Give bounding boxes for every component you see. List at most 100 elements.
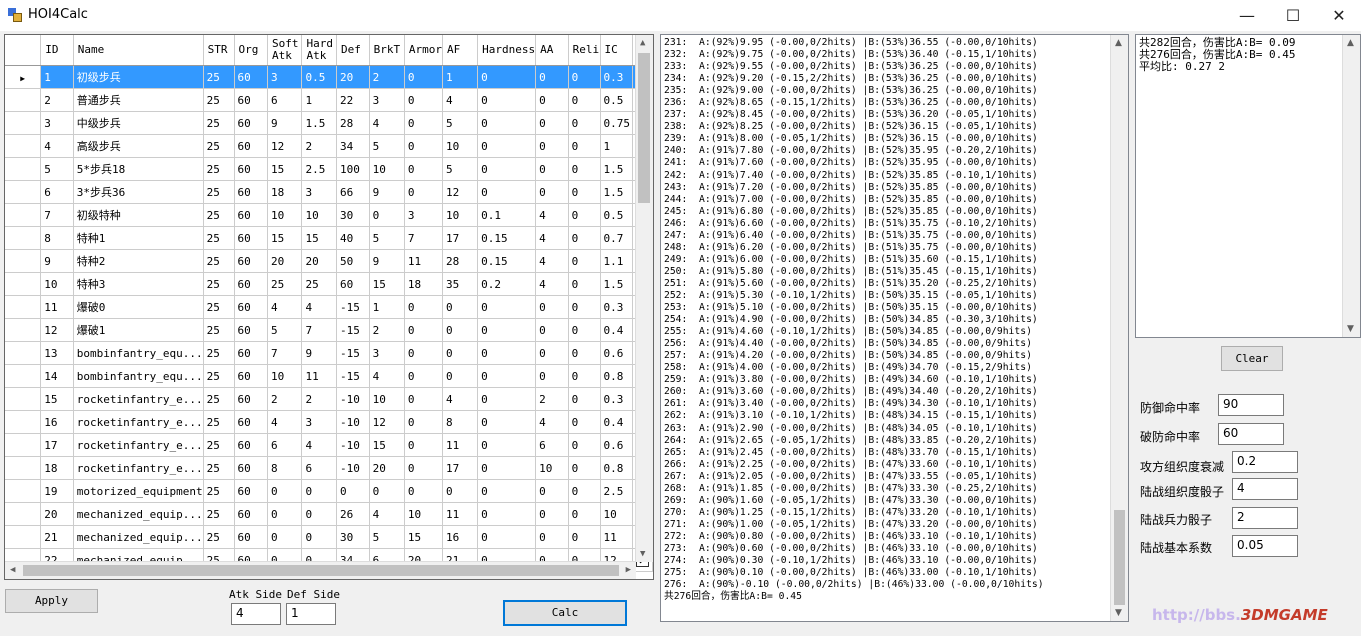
table-row[interactable]: 11 爆破0 25 60 4 4 -15 1 0 0 0 0 0 0.3 (5, 295, 653, 319)
cell-def[interactable]: 0 (336, 479, 370, 503)
cell-hard[interactable]: 0 (301, 502, 337, 526)
cell-armor[interactable]: 0 (404, 318, 444, 342)
row-header[interactable] (5, 249, 42, 273)
atk-side-input[interactable]: 4 (231, 603, 281, 625)
cell-str[interactable]: 25 (203, 134, 235, 158)
cell-aa[interactable]: 0 (535, 318, 569, 342)
cell-ic[interactable]: 0.3 (600, 65, 634, 89)
cell-af[interactable]: 17 (442, 226, 479, 250)
cell-str[interactable]: 25 (203, 295, 235, 319)
cell-id[interactable]: 6 (40, 180, 74, 204)
cell-soft[interactable]: 3 (267, 65, 303, 89)
cell-hard[interactable]: 4 (301, 433, 337, 457)
summary-vertical-scrollbar[interactable]: ▲ ▼ (1342, 35, 1360, 337)
cell-armor[interactable]: 3 (404, 203, 444, 227)
cell-id[interactable]: 7 (40, 203, 74, 227)
cell-ic[interactable]: 0.6 (600, 433, 634, 457)
column-header[interactable]: AA (535, 35, 569, 66)
cell-def[interactable]: -15 (336, 295, 370, 319)
cell-soft[interactable]: 20 (267, 249, 303, 273)
cell-aa[interactable]: 2 (535, 387, 569, 411)
cell-org[interactable]: 60 (234, 525, 269, 549)
row-header[interactable] (5, 272, 42, 296)
cell-aa[interactable]: 10 (535, 456, 569, 480)
cell-af[interactable]: 10 (442, 134, 479, 158)
cell-org[interactable]: 60 (234, 111, 269, 135)
log-scroll-thumb[interactable] (1114, 510, 1125, 605)
table-row[interactable]: 20 mechanized_equip... 25 60 0 0 26 4 10 11 0 0 0 10 (5, 502, 653, 526)
table-row[interactable]: 6 3*步兵36 25 60 18 3 66 9 0 12 0 0 0 1.5 (5, 180, 653, 204)
cell-hard[interactable]: 15 (301, 226, 337, 250)
row-header[interactable] (5, 157, 42, 181)
cell-hard[interactable]: 0 (301, 525, 337, 549)
cell-str[interactable]: 25 (203, 65, 235, 89)
cell-armor[interactable]: 0 (404, 157, 444, 181)
cell-af[interactable]: 0 (442, 341, 479, 365)
table-row[interactable]: 5 5*步兵18 25 60 15 2.5 100 10 0 5 0 0 0 1.5 (5, 157, 653, 181)
cell-armor[interactable]: 0 (404, 456, 444, 480)
scroll-left-arrow-icon[interactable]: ◀ (10, 565, 15, 575)
cell-hard[interactable]: 20 (301, 249, 337, 273)
cell-reli[interactable]: 0 (568, 364, 601, 388)
cell-ic[interactable]: 0.6 (600, 341, 634, 365)
table-row[interactable]: 17 rocketinfantry_e... 25 60 6 4 -10 15 0 11 0 6 0 0.… (5, 433, 653, 457)
cell-hard[interactable]: 2 (301, 387, 337, 411)
cell-hard[interactable]: 6 (301, 456, 337, 480)
cell-ic[interactable]: 0.3 (600, 295, 634, 319)
cell-ic[interactable]: 10 (600, 502, 634, 526)
cell-hardness[interactable]: 0 (477, 180, 537, 204)
cell-armor[interactable]: 0 (404, 364, 444, 388)
table-row[interactable]: ▶ 1 初级步兵 25 60 3 0.5 20 2 0 1 0 0 0 0.3 (5, 65, 653, 89)
cell-af[interactable]: 1 (442, 65, 479, 89)
row-header[interactable] (5, 180, 42, 204)
cell-org[interactable]: 60 (234, 203, 269, 227)
cell-aa[interactable]: 4 (535, 410, 569, 434)
cell-hardness[interactable]: 0 (477, 65, 537, 89)
cell-hardness[interactable]: 0.15 (477, 249, 537, 273)
cell-soft[interactable]: 0 (267, 525, 303, 549)
cell-str[interactable]: 25 (203, 433, 235, 457)
cell-id[interactable]: 5 (40, 157, 74, 181)
cell-af[interactable]: 0 (442, 364, 479, 388)
cell-soft[interactable]: 9 (267, 111, 303, 135)
cell-str[interactable]: 25 (203, 364, 235, 388)
cell-brk[interactable]: 0 (369, 203, 405, 227)
cell-id[interactable]: 11 (40, 295, 74, 319)
cell-name[interactable]: rocketinfantry_e... (73, 387, 204, 411)
cell-hardness[interactable]: 0 (477, 134, 537, 158)
cell-id[interactable]: 21 (40, 525, 74, 549)
cell-armor[interactable]: 0 (404, 410, 444, 434)
cell-def[interactable]: -15 (336, 318, 370, 342)
cell-org[interactable]: 60 (234, 364, 269, 388)
cell-id[interactable]: 14 (40, 364, 74, 388)
cell-org[interactable]: 60 (234, 341, 269, 365)
table-row[interactable]: 8 特种1 25 60 15 15 40 5 7 17 0.15 4 0 0.7 (5, 226, 653, 250)
cell-hardness[interactable]: 0.2 (477, 272, 537, 296)
cell-id[interactable]: 1 (40, 65, 74, 89)
land-strength-dice-input[interactable]: 2 (1232, 507, 1298, 529)
cell-af[interactable]: 0 (442, 479, 479, 503)
cell-hardness[interactable]: 0 (477, 364, 537, 388)
calc-button[interactable]: Calc (503, 600, 627, 626)
scroll-up-arrow-icon[interactable]: ▲ (640, 38, 645, 48)
row-header[interactable] (5, 456, 42, 480)
cell-af[interactable]: 11 (442, 433, 479, 457)
cell-af[interactable]: 12 (442, 180, 479, 204)
cell-str[interactable]: 25 (203, 479, 235, 503)
table-row[interactable]: 10 特种3 25 60 25 25 60 15 18 35 0.2 4 0 1.5 (5, 272, 653, 296)
cell-soft[interactable]: 25 (267, 272, 303, 296)
cell-reli[interactable]: 0 (568, 272, 601, 296)
close-button[interactable]: ✕ (1316, 0, 1361, 31)
cell-name[interactable]: mechanized_equip... (73, 525, 204, 549)
cell-str[interactable]: 25 (203, 111, 235, 135)
cell-armor[interactable]: 0 (404, 341, 444, 365)
cell-brk[interactable]: 10 (369, 157, 405, 181)
cell-reli[interactable]: 0 (568, 65, 601, 89)
cell-ic[interactable]: 1.5 (600, 180, 634, 204)
cell-name[interactable]: 中级步兵 (73, 111, 204, 135)
cell-armor[interactable]: 0 (404, 134, 444, 158)
cell-af[interactable]: 35 (442, 272, 479, 296)
cell-aa[interactable]: 0 (535, 88, 569, 112)
table-row[interactable]: 7 初级特种 25 60 10 10 30 0 3 10 0.1 4 0 0.5 (5, 203, 653, 227)
cell-brk[interactable]: 5 (369, 525, 405, 549)
